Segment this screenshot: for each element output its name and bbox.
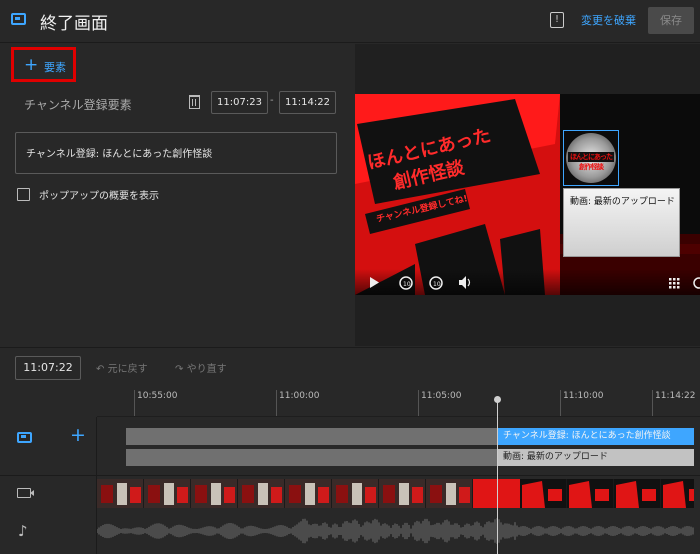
element-editor-panel: + 要素 チャンネル登録要素 11:07:23 - 11:14:22 チャンネル…: [0, 44, 354, 346]
rewind-10-label: 10: [403, 281, 411, 288]
filmstrip-frames: [97, 479, 694, 508]
plus-icon: +: [24, 55, 39, 75]
ruler-label: 11:14:22: [655, 391, 696, 401]
elements-track-icon: [17, 432, 32, 443]
ruler-tick: [560, 390, 561, 416]
redo-label: やり直す: [186, 364, 227, 375]
ruler-tick: [652, 390, 653, 416]
video-preview-panel: ほんとにあった 創作怪談 チャンネル登録してね! ほんとにあった創作怪談 動画:…: [355, 44, 700, 346]
end-screen-icon: [11, 13, 26, 25]
film-frame: [379, 479, 425, 508]
settings-icon: [693, 277, 700, 289]
ruler-label: 10:55:00: [137, 391, 178, 401]
audio-waveform: [97, 518, 694, 544]
ruler-tick: [276, 390, 277, 416]
redo-button[interactable]: ↷ やり直す: [175, 360, 227, 375]
film-frame: [97, 479, 143, 508]
video-track-clip[interactable]: 動画: 最新のアップロード: [498, 449, 694, 466]
channel-logo: ほんとにあった創作怪談: [568, 152, 614, 171]
add-element-track-button[interactable]: +: [70, 424, 86, 446]
player-controls: 10 10: [355, 269, 700, 295]
header: 終了画面 ! 変更を破棄 保存: [0, 0, 700, 43]
channel-track-inactive: [126, 428, 498, 445]
save-button[interactable]: 保存: [648, 7, 694, 34]
ruler-label: 11:10:00: [563, 391, 604, 401]
trash-icon[interactable]: [189, 95, 200, 109]
volume-icon: [459, 276, 466, 289]
ruler-tick: [134, 390, 135, 416]
ruler-label: 11:00:00: [279, 391, 320, 401]
latest-upload-element[interactable]: 動画: 最新のアップロード: [563, 188, 680, 257]
film-frame: [238, 479, 284, 508]
discard-changes-button[interactable]: 変更を破棄: [581, 12, 636, 28]
channel-track-label: チャンネル登録: ほんとにあった創作怪談: [503, 431, 671, 441]
redo-icon: ↷: [175, 364, 184, 375]
film-frame: [426, 479, 472, 508]
video-track-icon: [17, 488, 34, 498]
undo-button[interactable]: ↶ 元に戻す: [96, 360, 148, 375]
channel-avatar: ほんとにあった創作怪談: [566, 133, 616, 183]
ruler-tick: [418, 390, 419, 416]
show-popup-overview-label: ポップアップの概要を表示: [39, 191, 159, 202]
ruler-divider: [97, 416, 700, 417]
film-frame: [661, 479, 694, 508]
undo-icon: ↶: [96, 364, 105, 375]
ruler-label: 11:05:00: [421, 391, 462, 401]
add-element-label: 要素: [44, 61, 66, 74]
film-frame: [332, 479, 378, 508]
film-frame: [614, 479, 660, 508]
film-frame: [144, 479, 190, 508]
page-title: 終了画面: [40, 14, 108, 34]
video-track-inactive: [126, 449, 498, 466]
forward-10-label: 10: [433, 281, 441, 288]
timeline-panel: 11:07:22 ↶ 元に戻す ↷ やり直す 10:55:00 11:00:00…: [0, 347, 700, 554]
play-icon: [370, 277, 379, 288]
video-preview: ほんとにあった 創作怪談 チャンネル登録してね! ほんとにあった創作怪談 動画:…: [355, 94, 700, 295]
end-time-input[interactable]: 11:14:22: [279, 91, 336, 114]
start-time-input[interactable]: 11:07:23: [211, 91, 268, 114]
channel-element-heading: チャンネル登録要素: [24, 98, 132, 112]
film-frame: [285, 479, 331, 508]
show-popup-overview-checkbox[interactable]: [17, 188, 30, 201]
channel-subscribe-element[interactable]: ほんとにあった創作怪談: [563, 130, 619, 186]
feedback-icon[interactable]: !: [550, 12, 564, 28]
film-frame: [191, 479, 237, 508]
channel-track-clip[interactable]: チャンネル登録: ほんとにあった創作怪談: [498, 428, 694, 445]
latest-upload-label: 動画: 最新のアップロード: [570, 197, 675, 207]
track-divider: [0, 475, 700, 476]
time-separator: -: [270, 95, 274, 106]
playhead[interactable]: [494, 396, 501, 554]
music-note-icon: ♪: [18, 522, 28, 540]
video-filmstrip[interactable]: [97, 479, 694, 508]
current-time-input[interactable]: 11:07:22: [15, 356, 81, 380]
undo-label: 元に戻す: [107, 364, 148, 375]
channel-field[interactable]: チャンネル登録: ほんとにあった創作怪談: [15, 132, 337, 174]
film-frame: [520, 479, 566, 508]
film-frame: [567, 479, 613, 508]
add-element-button[interactable]: + 要素: [11, 47, 76, 82]
grid-icon: [669, 278, 680, 289]
